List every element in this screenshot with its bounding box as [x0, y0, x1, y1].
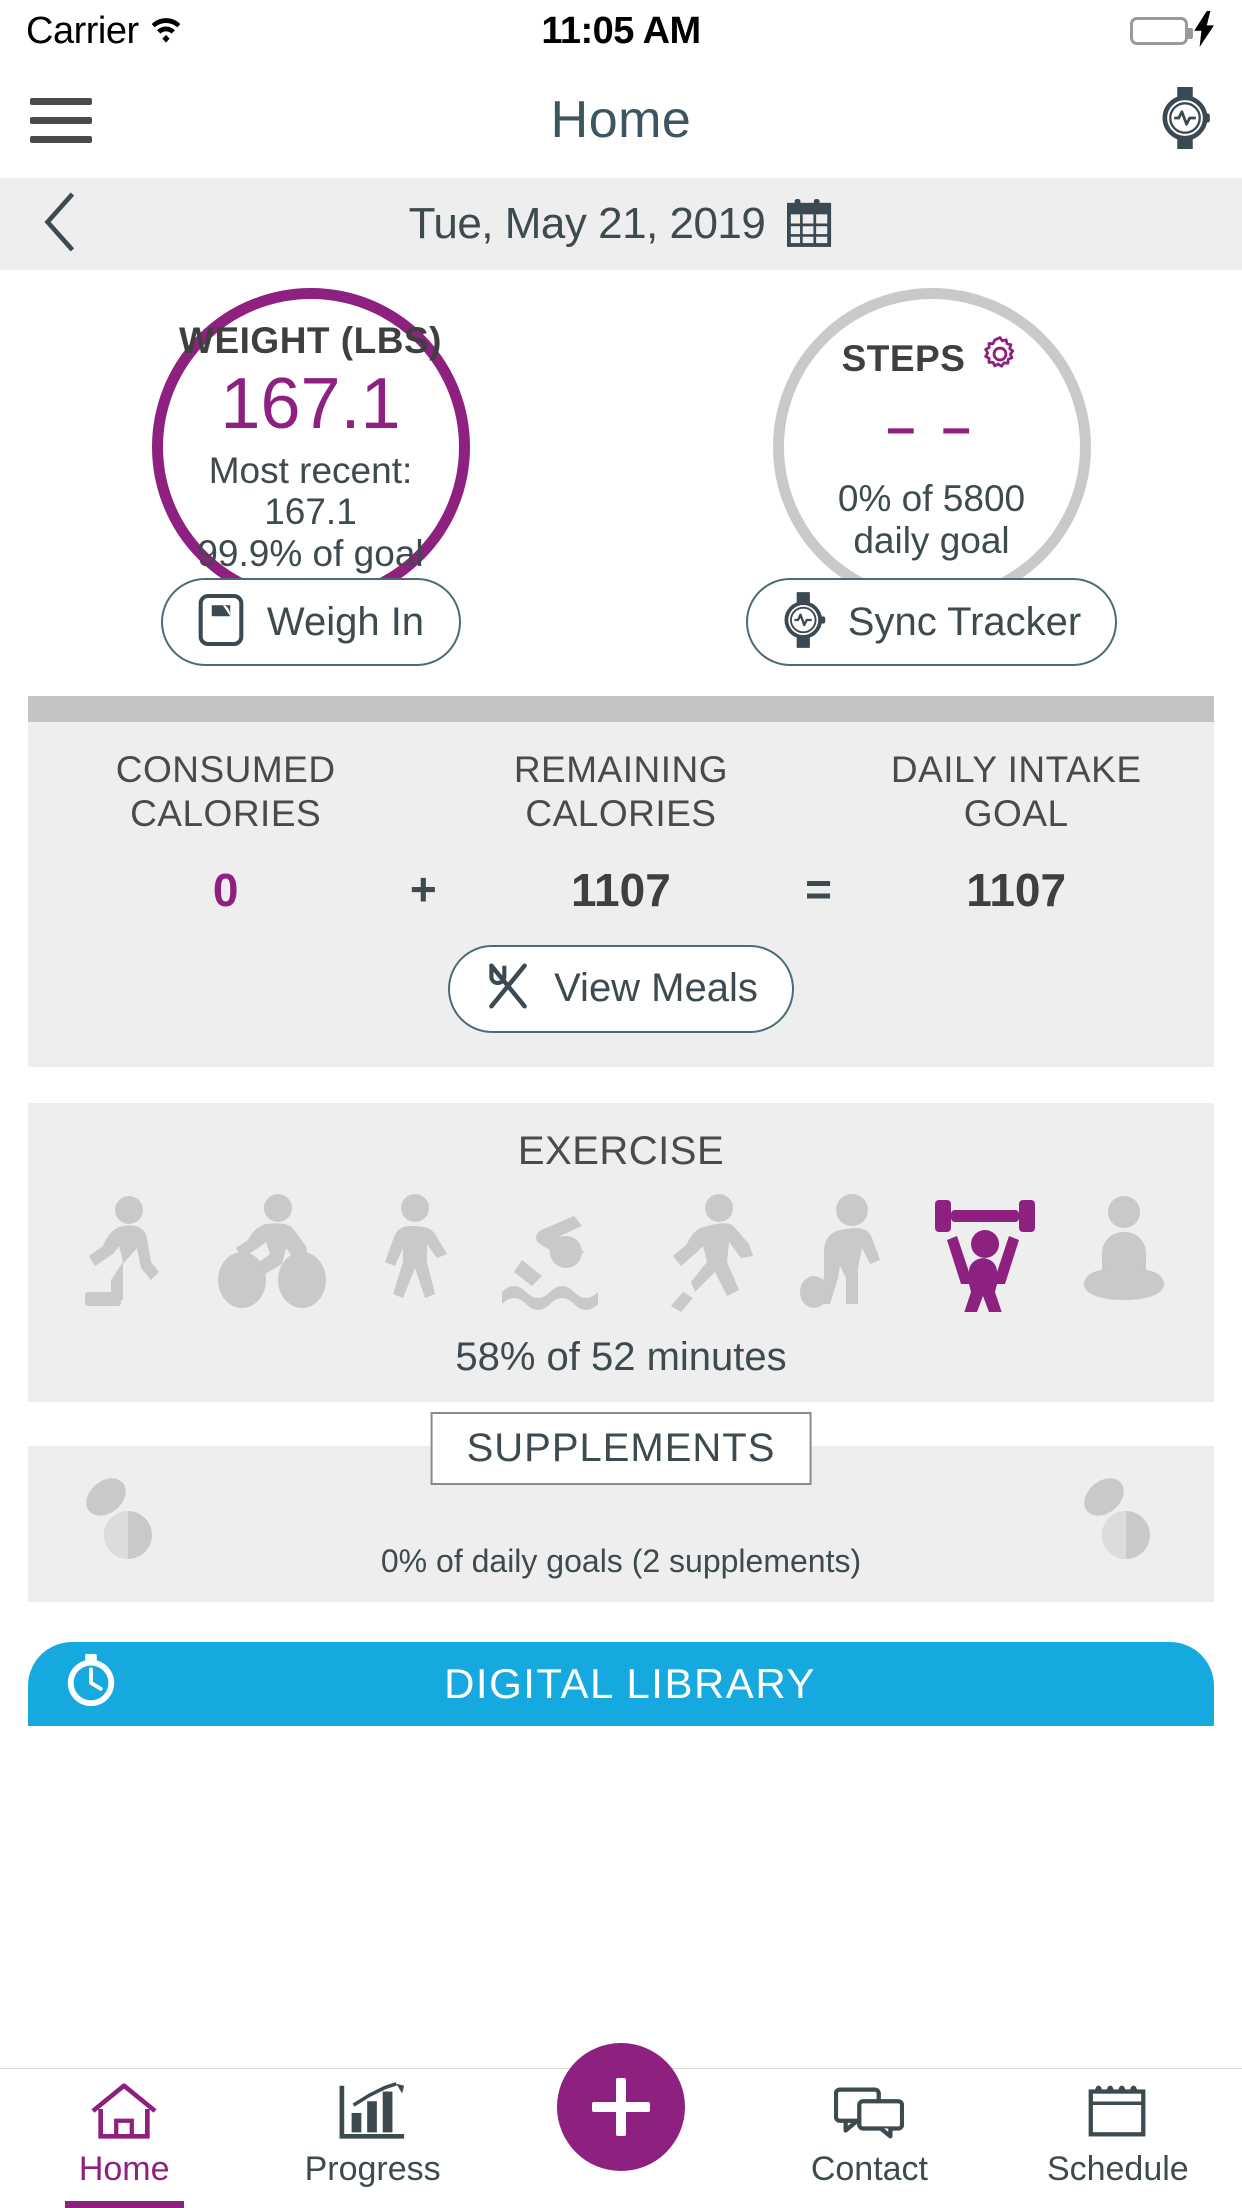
remaining-calories-header-line1: REMAINING: [513, 749, 729, 790]
swimming-icon[interactable]: [498, 1192, 618, 1317]
equals-operator-label: =: [805, 862, 832, 915]
add-button-wrap: [497, 2043, 745, 2171]
walking-icon[interactable]: [371, 1192, 461, 1317]
tab-home[interactable]: Home: [0, 2069, 248, 2208]
chat-bubbles-icon: [834, 2081, 905, 2146]
exercise-title: EXERCISE: [517, 1128, 725, 1173]
weightlifting-icon[interactable]: [931, 1192, 1039, 1328]
daily-intake-goal-header: DAILY INTAKE GOAL: [819, 748, 1214, 837]
bar-chart-icon: [338, 2081, 408, 2146]
remaining-calories-value: 1107: [571, 863, 671, 916]
view-meals-label: View Meals: [554, 966, 758, 1011]
digital-library-label: DIGITAL LIBRARY: [444, 1659, 816, 1707]
tab-contact-label: Contact: [810, 2150, 929, 2188]
cycling-icon[interactable]: [217, 1192, 334, 1317]
tab-contact[interactable]: Contact: [745, 2069, 993, 2208]
bottom-tab-bar: Home Progress Contact Schedule: [0, 2043, 1242, 2208]
weight-goal-percent: 99.9% of goal: [197, 532, 424, 574]
clock-label: 11:05 AM: [541, 9, 701, 52]
supplements-title: SUPPLEMENTS: [466, 1425, 776, 1470]
steps-value: – –: [886, 399, 977, 458]
weight-value: 167.1: [220, 363, 401, 444]
utensils-icon: [484, 962, 532, 1015]
consumed-calories-header-line2: CALORIES: [130, 793, 322, 835]
exercise-card: EXERCISE 58% of 52 minutes: [28, 1102, 1214, 1402]
add-entry-button[interactable]: [557, 2043, 686, 2171]
calories-values-row: 0 + 1107 = 1107: [28, 837, 1214, 927]
gear-icon[interactable]: [979, 333, 1021, 384]
consumed-calories-value: 0: [212, 863, 239, 916]
weigh-in-label: Weigh In: [266, 599, 425, 644]
scale-icon: [197, 592, 245, 653]
date-label: Tue, May 21, 2019: [408, 199, 766, 248]
tab-schedule-label: Schedule: [1046, 2150, 1189, 2188]
tab-progress-label: Progress: [304, 2150, 441, 2188]
app-screen: Carrier 11:05 AM Home Tue, May 21, 2019 …: [0, 0, 1242, 2208]
steps-ring: STEPS – – 0% of 5800 daily goal: [772, 288, 1091, 606]
running-icon[interactable]: [655, 1192, 759, 1317]
view-meals-row: View Meals: [28, 927, 1214, 1067]
yoga-icon[interactable]: [1076, 1192, 1174, 1317]
consumed-calories-header-line1: CONSUMED: [115, 749, 336, 790]
calories-headers: CONSUMED CALORIES REMAINING CALORIES DAI…: [28, 722, 1214, 837]
weight-ring: WEIGHT (LBS) 167.1 Most recent: 167.1 99…: [151, 288, 470, 606]
sync-tracker-label: Sync Tracker: [847, 599, 1082, 644]
navigation-bar: Home: [0, 62, 1242, 178]
remaining-calories-header-line2: CALORIES: [525, 793, 717, 835]
weight-title: WEIGHT (LBS): [179, 319, 442, 361]
page-title: Home: [550, 91, 692, 149]
sync-tracker-button[interactable]: Sync Tracker: [745, 578, 1118, 666]
remaining-calories-header: REMAINING CALORIES: [423, 748, 818, 837]
plus-operator-label: +: [409, 862, 437, 915]
steps-widget: STEPS – – 0% of 5800 daily goal Sync Tra…: [621, 288, 1242, 666]
exercise-icon-row: [28, 1174, 1214, 1328]
supplements-section: SUPPLEMENTS 0% of daily goals (2 supplem…: [0, 1411, 1242, 1602]
calories-card: CONSUMED CALORIES REMAINING CALORIES DAI…: [28, 696, 1214, 1067]
tab-progress[interactable]: Progress: [248, 2069, 496, 2208]
steps-title: STEPS: [842, 333, 1022, 384]
supplements-title-badge: SUPPLEMENTS: [430, 1411, 812, 1485]
daily-intake-goal-header-line1: DAILY INTAKE: [890, 749, 1142, 790]
daily-intake-goal-header-line2: GOAL: [963, 793, 1069, 835]
calendar-days-icon: [1083, 2081, 1153, 2146]
home-icon: [89, 2081, 159, 2146]
watch-tracker-icon[interactable]: [1158, 86, 1212, 154]
summary-rings: WEIGHT (LBS) 167.1 Most recent: 167.1 99…: [0, 270, 1242, 666]
daily-intake-goal-value: 1107: [966, 863, 1067, 916]
date-bar: Tue, May 21, 2019: [0, 178, 1242, 270]
steps-goal-line-1: 0% of 5800: [837, 478, 1026, 520]
soccer-icon[interactable]: [796, 1192, 894, 1317]
steps-title-label: STEPS: [841, 337, 966, 379]
weight-widget: WEIGHT (LBS) 167.1 Most recent: 167.1 99…: [0, 288, 621, 666]
watch-tracker-icon: [782, 591, 826, 653]
step-aerobics-icon[interactable]: [69, 1192, 181, 1317]
calories-progress-bar: [28, 696, 1214, 722]
view-meals-button[interactable]: View Meals: [448, 944, 794, 1033]
weight-most-recent: Most recent: 167.1: [208, 449, 413, 533]
supplements-summary: 0% of daily goals (2 supplements): [380, 1542, 862, 1579]
exercise-summary: 58% of 52 minutes: [455, 1334, 787, 1379]
digital-library-banner[interactable]: DIGITAL LIBRARY: [28, 1641, 1214, 1726]
tab-home-label: Home: [78, 2150, 170, 2188]
previous-day-button[interactable]: [40, 191, 80, 258]
calendar-icon[interactable]: [787, 197, 833, 252]
status-bar: Carrier 11:05 AM: [0, 0, 1242, 62]
tab-schedule[interactable]: Schedule: [994, 2069, 1242, 2208]
battery-full-icon: [1130, 17, 1193, 45]
consumed-calories-header: CONSUMED CALORIES: [28, 748, 423, 837]
weigh-in-button[interactable]: Weigh In: [160, 578, 461, 666]
steps-goal-line-2: daily goal: [853, 519, 1010, 561]
date-display: Tue, May 21, 2019: [0, 197, 1242, 252]
